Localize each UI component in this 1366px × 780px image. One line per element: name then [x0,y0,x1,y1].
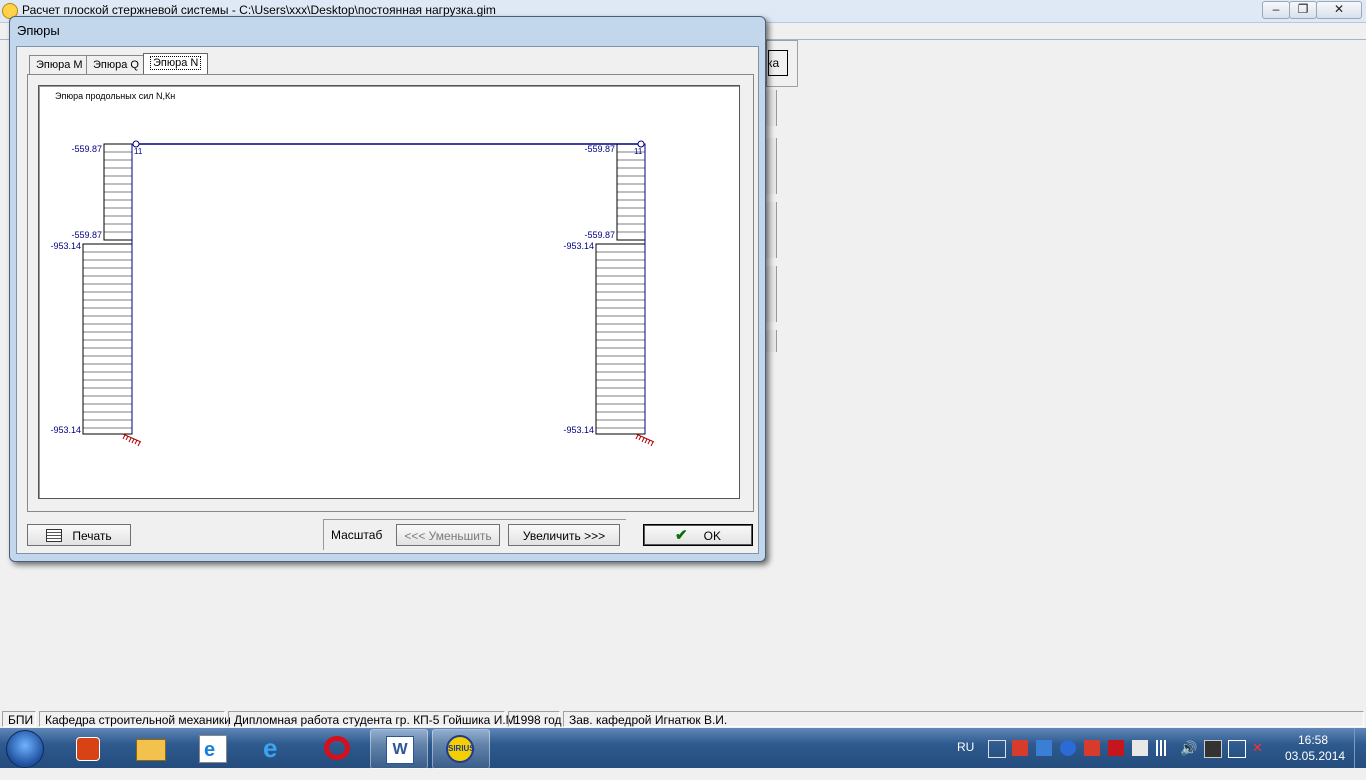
tab-moment[interactable]: Эпюра M [29,55,90,74]
status-panel-institute: БПИ [2,711,36,727]
node-label: 11 [134,147,143,156]
maximize-button[interactable]: ❐ [1289,1,1317,19]
tray-app-icon[interactable] [1132,740,1148,756]
axial-force-diagram: Эпюра продольных сил N,Кн 11 11 -559.87 [50,91,655,447]
volume-icon[interactable]: 🔊 [1180,740,1197,756]
status-panel-head: Зав. кафедрой Игнатюк В.И. [563,711,1364,727]
tab-axial[interactable]: Эпюра N [143,53,209,75]
media-player-icon[interactable] [60,729,116,767]
right-fixed-support-icon [635,433,655,447]
diagram-canvas: Эпюра продольных сил N,Кн 11 11 -559.87 [38,85,740,499]
dialog-body: Эпюра M Эпюра Q Эпюра N Эпюра продольных… [16,46,759,554]
opera-icon[interactable] [309,729,365,767]
status-bar: БПИ Кафедра строительной механики Диплом… [0,710,1366,728]
start-orb-icon[interactable] [6,730,44,768]
clock-time: 16:58 [1297,733,1329,747]
diagram-region [82,243,133,435]
print-button[interactable]: Печать [27,524,131,546]
safely-remove-icon[interactable] [1228,740,1246,758]
ok-button[interactable]: ✔ OK [643,524,753,546]
tab-panel: Эпюра продольных сил N,Кн 11 11 -559.87 [27,74,754,512]
tray-app-icon[interactable] [988,740,1006,758]
printer-icon [46,529,63,542]
value-label: -559.87 [71,144,102,154]
diagram-hatching [82,143,646,435]
diagrams-dialog: Эпюры Эпюра M Эпюра Q Эпюра N Эпюра прод… [9,16,766,562]
pdf-icon[interactable] [1108,740,1124,756]
status-panel-year: 1998 год [508,711,562,727]
left-fixed-support-icon [122,433,142,447]
value-label: -953.14 [50,241,81,251]
tray-app-icon[interactable] [1060,740,1076,756]
tab-shear[interactable]: Эпюра Q [86,55,146,74]
value-label: -953.14 [563,241,594,251]
network-signal-icon[interactable] [1156,740,1172,756]
monitor-icon[interactable] [1204,740,1222,758]
diagram-region [595,243,646,435]
value-label: -559.87 [584,144,615,154]
value-label: -953.14 [563,425,594,435]
action-center-icon[interactable]: ✕ [1252,740,1268,756]
tray-app-icon[interactable] [1012,740,1028,756]
internet-explorer-icon[interactable]: e [185,729,241,767]
minimize-button[interactable]: – [1262,1,1290,19]
tab-moment-label: Эпюра M [36,59,83,71]
tab-axial-label: Эпюра N [150,56,202,70]
background-button-label: ка [768,56,780,70]
status-panel-department: Кафедра строительной механики [39,711,231,727]
checkmark-icon: ✔ [675,527,688,544]
background-button[interactable]: ка [768,50,788,76]
dialog-title: Эпюры [17,23,60,38]
tray-app-icon[interactable] [1084,740,1100,756]
scale-label: Масштаб [331,528,383,542]
increase-scale-button[interactable]: Увеличить >>> [508,524,620,546]
taskbar: e e W SIRIUS RU 🔊 ✕ 16:58 03.05.2014 [0,728,1366,769]
node-label: 11 [634,147,643,156]
value-label: -559.87 [71,230,102,240]
close-button[interactable]: ✕ [1316,1,1362,19]
tray-app-icon[interactable] [1036,740,1052,756]
dialog-button-bar: Печать Масштаб <<< Уменьшить Увеличить >… [17,517,758,553]
language-indicator[interactable]: RU [957,740,974,780]
internet-explorer-icon[interactable]: e [247,729,303,767]
scale-group: Масштаб <<< Уменьшить Увеличить >>> [323,519,626,550]
tab-shear-label: Эпюра Q [93,59,139,71]
tray-clock[interactable]: 16:58 03.05.2014 [1285,733,1346,773]
clock-date: 03.05.2014 [1285,749,1346,763]
ok-button-label: OK [703,529,721,543]
file-explorer-icon[interactable] [122,729,178,767]
sirius-app-icon[interactable]: SIRIUS [432,729,490,769]
value-label: -559.87 [584,230,615,240]
status-panel-thesis: Дипломная работа студента гр. КП-5 Гойши… [228,711,519,727]
main-window-title: Расчет плоской стержневой системы - C:\U… [22,3,496,17]
print-button-label: Печать [72,529,112,543]
microsoft-word-icon[interactable]: W [370,729,428,769]
value-label: -953.14 [50,425,81,435]
show-desktop-button[interactable] [1354,728,1366,768]
diagram-title: Эпюра продольных сил N,Кн [55,91,175,101]
decrease-scale-button[interactable]: <<< Уменьшить [396,524,500,546]
